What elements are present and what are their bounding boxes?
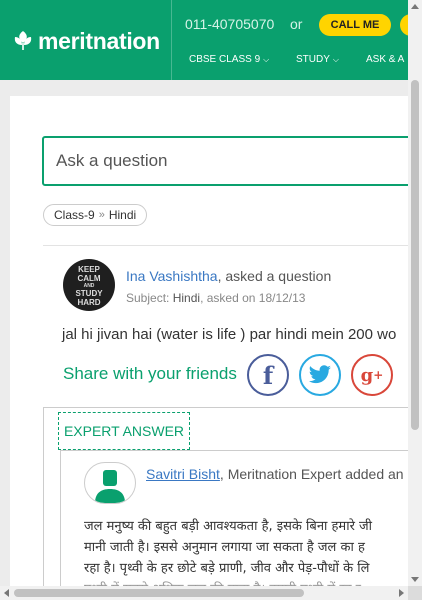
answer-line: मानी जाती है। इससे अनुमान लगाया जा सकता … (84, 540, 365, 555)
scroll-down-arrow-icon[interactable] (411, 577, 419, 582)
asker-name-link[interactable]: Ina Vashishtha (126, 268, 218, 284)
expert-answer-tag: EXPERT ANSWER (58, 412, 190, 450)
nav-cbse-class-9[interactable]: CBSE CLASS 9 ⌵ (189, 54, 269, 65)
expert-name-link[interactable]: Savitri Bisht (146, 466, 220, 482)
leaf-logo-icon (14, 31, 32, 50)
or-label: or (290, 16, 303, 32)
asked-on: , asked on 18/12/13 (200, 291, 306, 305)
google-plus-icon[interactable]: g + (351, 354, 393, 396)
breadcrumb-subject[interactable]: Hindi (109, 208, 136, 222)
ask-question-input[interactable] (42, 136, 410, 186)
divider (43, 245, 410, 246)
answer-line: जल मनुष्य की बहुत बड़ी आवश्यकता है, इसके… (84, 519, 373, 534)
breadcrumb: Class-9 » Hindi (43, 204, 148, 226)
logo-text: meritnation (38, 27, 160, 54)
call-me-button[interactable]: CALL ME (319, 14, 391, 36)
header-divider (171, 0, 172, 80)
expert-suffix: , Meritnation Expert added an a (219, 466, 410, 482)
scrollbar-corner (408, 586, 422, 600)
expert-line: Savitri Bisht, Meritnation Expert added … (146, 466, 410, 482)
avatar-line: CALM (77, 274, 101, 283)
breadcrumb-separator: » (98, 209, 105, 221)
scroll-right-arrow-icon[interactable] (399, 589, 404, 597)
answer-line: रहा है। पृथ्वी के हर छोटे बड़े प्राणी, ज… (84, 561, 370, 576)
vertical-scroll-thumb[interactable] (411, 80, 419, 430)
subject-prefix: Subject: (126, 291, 170, 305)
scroll-left-arrow-icon[interactable] (4, 589, 9, 597)
nav-label: STUDY (296, 54, 330, 65)
vertical-scrollbar[interactable] (408, 0, 422, 586)
breadcrumb-class[interactable]: Class-9 (54, 208, 95, 222)
facebook-icon[interactable]: f (247, 354, 289, 396)
subject-value: Hindi (172, 291, 201, 305)
asker-avatar[interactable]: KEEP CALM AND STUDY HARD (63, 259, 115, 311)
horizontal-scroll-thumb[interactable] (14, 589, 304, 597)
nav-study[interactable]: STUDY ⌵ (296, 54, 339, 65)
question-text: jal hi jivan hai (water is life ) par hi… (62, 326, 397, 343)
horizontal-scrollbar[interactable] (0, 586, 408, 600)
avatar-line: KEEP (78, 265, 100, 274)
scroll-up-arrow-icon[interactable] (411, 4, 419, 9)
chevron-down-icon: ⌵ (263, 54, 270, 64)
share-label: Share with your friends (63, 364, 237, 383)
nav-label: CBSE CLASS 9 (189, 54, 261, 65)
twitter-bird-icon (309, 365, 331, 384)
meritnation-logo[interactable]: meritnation (10, 26, 160, 56)
chevron-down-icon: ⌵ (332, 54, 339, 64)
nav-label: ASK & A (366, 54, 405, 65)
twitter-icon[interactable] (299, 354, 341, 396)
question-card: Class-9 » Hindi KEEP CALM AND STUDY HARD… (10, 96, 410, 600)
avatar-line: HARD (77, 298, 101, 307)
expert-avatar[interactable] (84, 462, 136, 504)
asker-line: Ina Vashishtha, asked a question (126, 268, 331, 284)
avatar-line: STUDY (75, 289, 103, 298)
subject-line: Subject: Hindi, asked on 18/12/13 (126, 291, 305, 305)
phone-number[interactable]: 011-40705070 (185, 16, 274, 32)
asker-suffix: , asked a question (217, 268, 332, 284)
site-header: meritnation 011-40705070 or CALL ME CBSE… (0, 0, 422, 80)
nav-ask-answer[interactable]: ASK & A (366, 54, 404, 65)
user-icon (95, 470, 125, 503)
